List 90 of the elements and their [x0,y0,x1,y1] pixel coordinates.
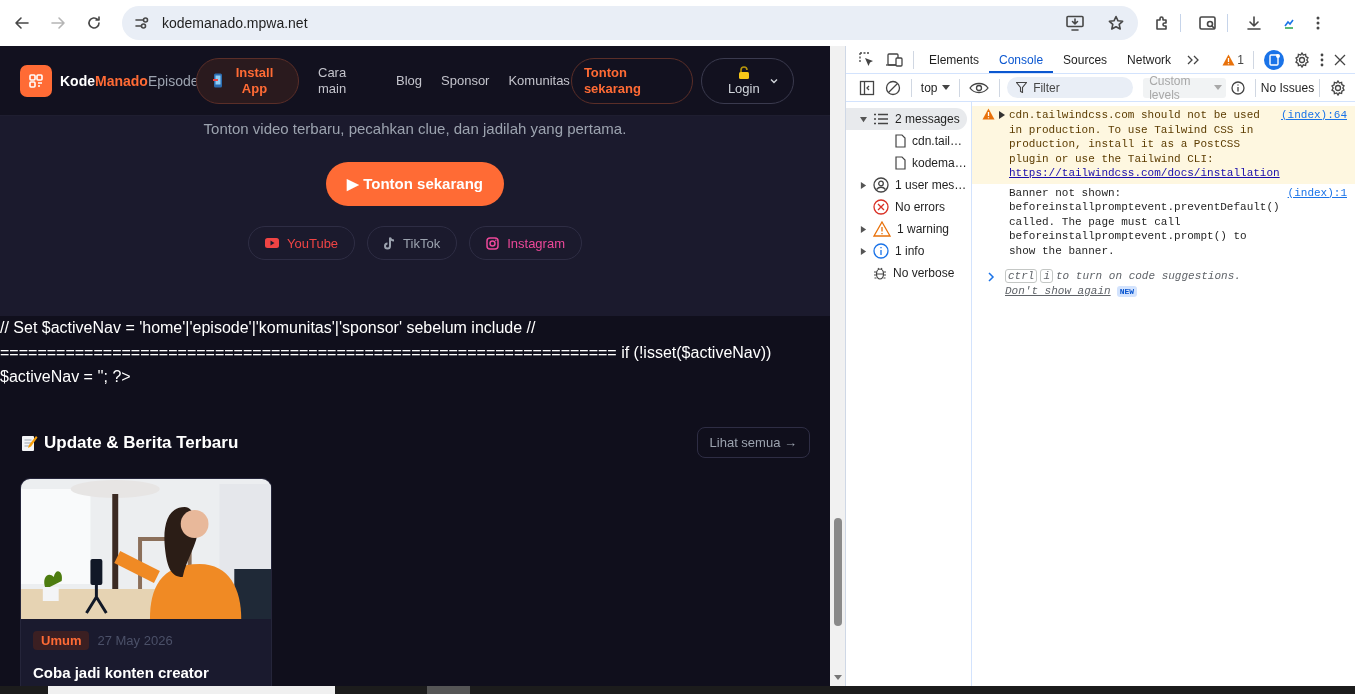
devtools-tab[interactable]: Network [1117,46,1182,73]
caret-down-icon [1214,85,1222,90]
video-play-icon [265,238,279,248]
collapsed-arrow-icon [860,247,867,255]
scroll-down-icon [833,675,842,680]
nav-link[interactable]: Cara main [318,64,376,97]
warning-icon [1222,53,1236,66]
collapsed-arrow-icon [860,181,867,189]
keyboard-key: ctrl [1005,269,1038,283]
console-message: cdn.tailwindcss.com should not be used in production. To use Tailwind CSS in production, install it as a PostCSS plugin or use the Tailwind CLI: [1009,108,1261,166]
info-icon[interactable] [1231,80,1245,95]
sidebar-item[interactable]: 1 info [846,240,967,262]
file-icon [895,156,906,170]
keyboard-key: i [1040,269,1053,283]
lock-icon [737,65,750,79]
expand-arrow-icon[interactable] [999,111,1005,119]
source-link[interactable]: (index):1 [1287,185,1347,200]
warning-icon [873,221,891,237]
devtools-tab[interactable]: Elements [919,46,990,73]
music-note-icon [384,236,396,250]
scrollbar[interactable] [830,46,845,686]
warning-icon [982,108,995,120]
brand-name[interactable]: KodeManadoEpisode [60,72,196,89]
post-date: 27 May 2026 [97,632,173,648]
news-card[interactable]: Umum 27 May 2026 Coba jadi konten creator [20,477,272,686]
info-icon [873,243,889,259]
issues-link[interactable]: No Issues [1260,80,1315,95]
dismiss-link[interactable]: Don't show again [1005,285,1111,297]
sidebar-item[interactable]: kodema… [846,152,967,174]
more-tabs-icon[interactable] [1186,53,1201,66]
card-title: Coba jadi konten creator [33,663,210,681]
hint-text: to turn on code suggestions. [1056,270,1241,282]
list-icon [873,113,889,125]
scrollbar-thumb[interactable] [833,518,842,626]
clear-icon[interactable] [885,79,901,96]
camera-icon [486,236,500,250]
address-field[interactable]: kodemanado.mpwa.net [122,6,1138,40]
download-icon[interactable] [1246,15,1262,31]
settings-icon[interactable] [1294,51,1310,68]
site-info-icon [134,15,150,31]
reload-icon[interactable] [86,15,102,31]
nav-link[interactable]: Komunitas [508,72,570,89]
device-icon[interactable] [885,51,903,68]
more-options-icon[interactable] [1320,52,1324,67]
sidebar-item[interactable]: 2 messages [846,108,967,130]
user-icon [873,177,889,193]
expanded-arrow-icon [860,115,867,123]
back-icon[interactable] [14,15,30,31]
category-tag: Umum [33,630,90,650]
nav-link[interactable]: Sponsor [441,72,490,89]
collapsed-arrow-icon [860,225,867,233]
inspect-icon[interactable] [859,51,875,68]
chevron-down-icon [769,77,778,84]
install-app-button[interactable]: Install App [196,57,299,104]
nav-link[interactable]: Blog [396,72,423,89]
menu-icon[interactable] [1316,15,1320,31]
error-icon [873,199,889,215]
extensions-icon[interactable] [1154,15,1170,31]
memo-icon [20,433,38,452]
sidebar-item[interactable]: 1 user mes… [846,174,967,196]
close-icon[interactable] [1334,53,1346,66]
eye-icon[interactable] [969,81,990,94]
caret-down-icon [941,85,950,90]
logo-icon[interactable] [20,64,52,97]
settings-icon[interactable] [1330,79,1346,96]
see-all-button[interactable]: Lihat semua → [696,427,810,458]
filter-field[interactable]: Filter [1007,77,1134,98]
file-icon [895,134,906,148]
assistant-icon[interactable] [1264,49,1284,70]
console-message: Banner not shown: beforeinstallpromptevent.preventDefault() called. The page must call beforeinstallpromptevent.prompt() to show the banner. [1009,185,1276,258]
warnings-button[interactable]: 1 [1222,52,1244,67]
sidebar-toggle-icon[interactable] [859,79,875,96]
phone-icon [213,73,223,88]
source-link[interactable]: (index):64 [1281,108,1347,123]
sidebar-item[interactable]: cdn.tail… [846,130,967,152]
code-text: // Set $activeNav = 'home'|'episode'|'komunitas'|'sponsor' sebelum include // ================================================================== if (!isset($activeNav)) $activeNav = ''; ?> [0,318,773,387]
sidebar-item[interactable]: No errors [846,196,967,218]
context-dropdown[interactable]: top [916,80,954,95]
sidebar-item[interactable]: No verbose [846,262,967,284]
prompt-icon [988,272,995,282]
install-icon[interactable] [1066,15,1084,31]
new-badge: NEW [1116,286,1138,297]
devtools-tab[interactable]: Sources [1053,46,1118,73]
docs-link[interactable]: https://tailwindcss.com/docs/installation [1009,166,1280,181]
star-icon[interactable] [1108,15,1124,31]
hero-subtitle: Tonton video terbaru, pecahkan clue, dan jadilah yang pertama. [203,120,627,138]
bug-icon [873,266,887,280]
sidebar-item[interactable]: 1 warning [846,218,967,240]
section-title: Update & Berita Terbaru [44,432,239,453]
tab-search-icon[interactable] [1199,15,1217,31]
